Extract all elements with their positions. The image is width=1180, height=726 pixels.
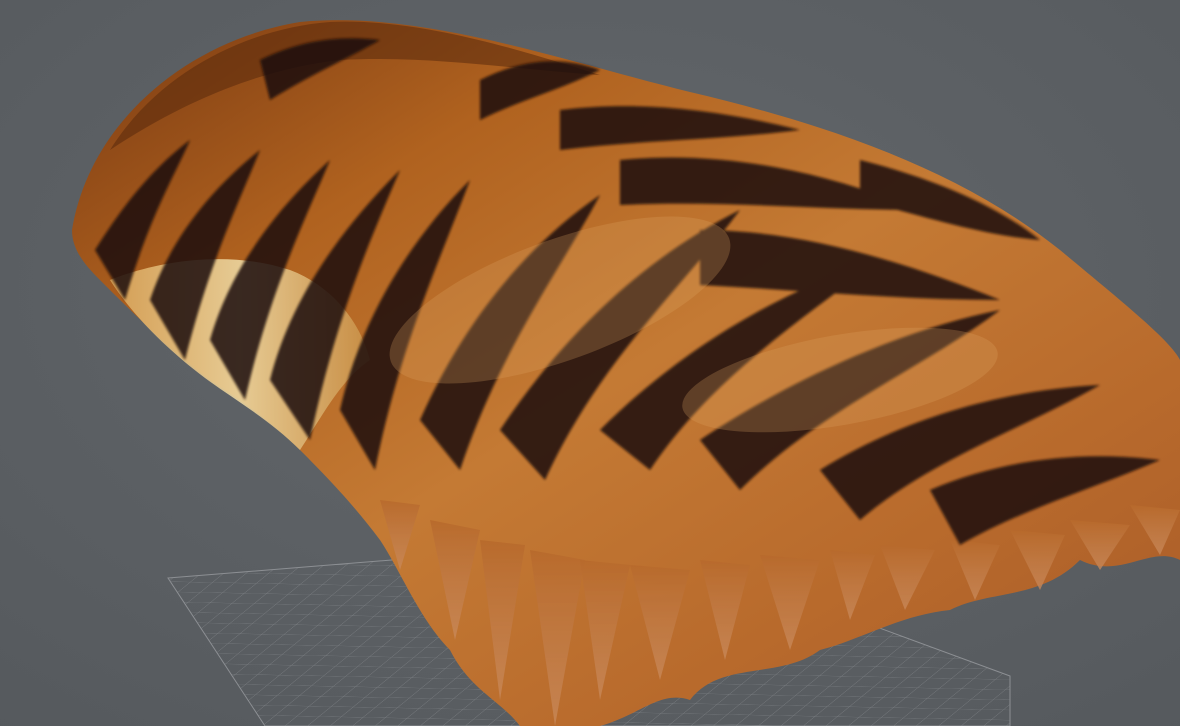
3d-viewport[interactable] — [0, 0, 1180, 726]
viewport-canvas[interactable] — [0, 0, 1180, 726]
